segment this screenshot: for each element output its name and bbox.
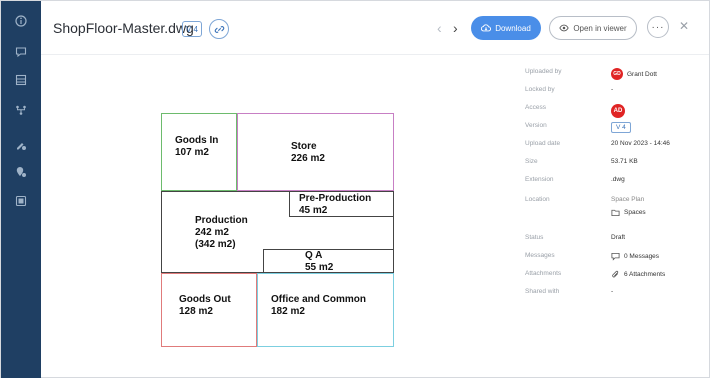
next-file-button[interactable]: › [453,20,458,36]
room-label-pre-production: Pre-Production 45 m2 [299,193,372,216]
file-header: ShopFloor-Master.dwg V 4 ‹ › Download Op… [41,1,709,55]
grid-icon[interactable] [15,195,27,207]
eye-icon [559,23,569,33]
detail-upload-date: Upload date 20 Nov 2023 - 14:46 [525,140,670,147]
edit-settings-icon[interactable] [15,139,27,151]
location-folder: Spaces [624,209,646,216]
version-value-badge[interactable]: V 4 [611,122,631,133]
detail-location: Location Space Plan Spaces [525,196,646,217]
location-settings-icon[interactable] [15,166,27,178]
paperclip-icon [611,270,620,279]
version-badge[interactable]: V 4 [182,21,202,37]
detail-locked-by: Locked by - [525,86,614,93]
room-label-goods-out: Goods Out 128 m2 [179,294,231,317]
uploaded-by-name[interactable]: Grant Dott [627,71,657,78]
open-in-viewer-label: Open in viewer [573,23,627,33]
room-label-qa: Q A 55 m2 [305,250,334,273]
detail-extension: Extension .dwg [525,176,625,183]
attachments-count: 6 Attachments [624,271,666,278]
room-label-office-common: Office and Common 182 m2 [271,294,367,317]
detail-access: Access AD [525,101,705,118]
app-window: ShopFloor-Master.dwg V 4 ‹ › Download Op… [0,0,710,378]
avatar[interactable]: GD [611,68,623,80]
message-icon [611,252,620,261]
detail-shared-with: Shared with - [525,288,614,295]
folder-icon [611,208,620,217]
download-label: Download [495,23,531,33]
table-icon[interactable] [15,74,27,86]
messages-count: 0 Messages [624,253,660,260]
open-in-viewer-button[interactable]: Open in viewer [549,16,637,40]
access-avatar[interactable]: AD [611,104,625,118]
close-button[interactable]: ✕ [679,19,689,33]
download-button[interactable]: Download [471,16,541,40]
room-label-store: Store 226 m2 [291,141,325,164]
room-label-production: Production 242 m2 (342 m2) [195,215,248,250]
detail-messages: Messages 0 Messages [525,252,660,261]
detail-status: Status Draft [525,234,626,241]
workflow-icon[interactable] [15,104,27,116]
room-label-goods-in: Goods In 107 m2 [175,135,219,158]
detail-size: Size 53.71 KB [525,158,638,165]
floor-plan-preview: Goods In 107 m2 Store 226 m2 Pre-Productio… [159,111,397,349]
previous-file-button[interactable]: ‹ [437,20,442,36]
more-options-button[interactable]: ··· [647,16,669,38]
download-cloud-icon [481,23,492,33]
left-rail [1,1,41,378]
comment-icon[interactable] [15,46,27,58]
detail-version: Version V 4 [525,119,705,133]
info-icon[interactable] [15,15,27,27]
link-icon[interactable] [209,19,229,39]
file-title: ShopFloor-Master.dwg [53,20,194,36]
detail-attachments: Attachments 6 Attachments [525,270,666,279]
detail-uploaded-by: Uploaded by GD Grant Dott [525,65,705,80]
